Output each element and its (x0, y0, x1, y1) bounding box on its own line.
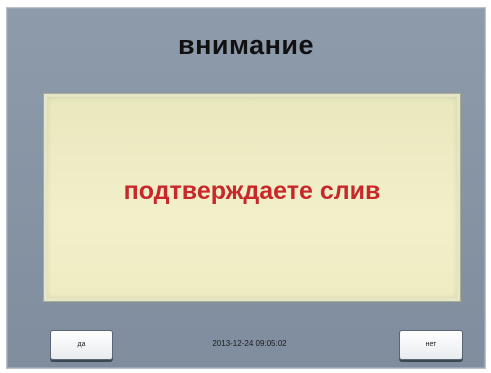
yes-button[interactable]: да (50, 330, 113, 360)
dialog-panel: внимание подтверждаете слив да 2013-12-2… (6, 7, 486, 369)
hmi-screen: внимание подтверждаете слив да 2013-12-2… (0, 0, 491, 373)
message-box: подтверждаете слив (44, 94, 460, 301)
dialog-title: внимание (177, 30, 315, 60)
confirmation-message: подтверждаете слив (123, 177, 381, 205)
no-button[interactable]: нет (399, 330, 463, 360)
datetime-display: 2013-12-24 09:05:02 (212, 339, 287, 348)
